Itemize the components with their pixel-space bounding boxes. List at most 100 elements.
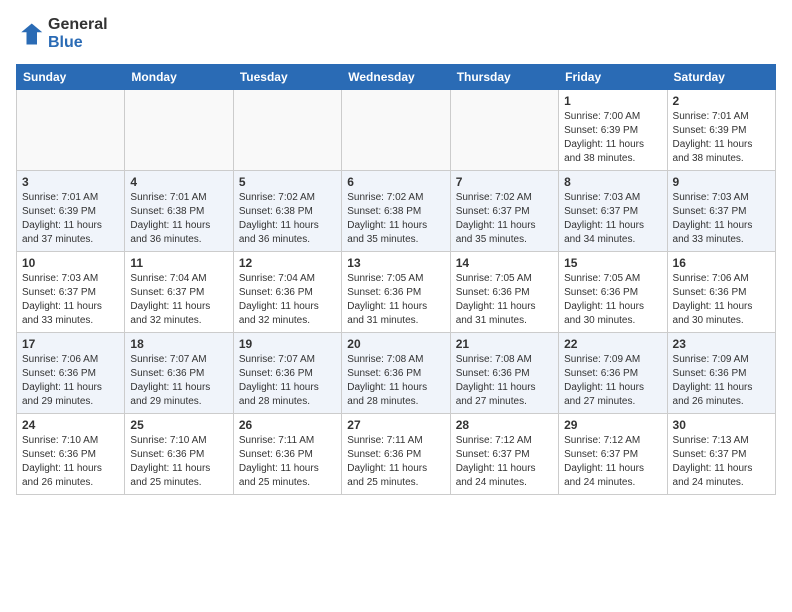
- calendar-cell: 14 Sunrise: 7:05 AM Sunset: 6:36 PM Dayli…: [450, 252, 558, 333]
- day-info: Sunrise: 7:02 AM Sunset: 6:37 PM Dayligh…: [456, 191, 553, 247]
- day-number: 1: [564, 94, 661, 108]
- calendar-cell: 2 Sunrise: 7:01 AM Sunset: 6:39 PM Daylig…: [667, 90, 775, 171]
- calendar-cell: 18Sunrise: 7:07 AM Sunset: 6:36 PM Dayli…: [125, 333, 233, 414]
- day-number: 10: [22, 256, 119, 270]
- weekday-header-row: SundayMondayTuesdayWednesdayThursdayFrid…: [17, 65, 776, 90]
- day-number: 17: [22, 337, 119, 351]
- day-info: Sunrise: 7:05 AM Sunset: 6:36 PM Dayligh…: [564, 272, 661, 328]
- day-number: 12: [239, 256, 336, 270]
- day-number: 7: [456, 175, 553, 189]
- day-number: 11: [130, 256, 227, 270]
- calendar-cell: 4Sunrise: 7:01 AM Sunset: 6:38 PM Daylig…: [125, 171, 233, 252]
- day-info: Sunrise: 7:03 AM Sunset: 6:37 PM Dayligh…: [22, 272, 119, 328]
- calendar-cell: 26 Sunrise: 7:11 AM Sunset: 6:36 PM Dayli…: [233, 414, 341, 495]
- calendar-cell: 11 Sunrise: 7:04 AM Sunset: 6:37 PM Dayli…: [125, 252, 233, 333]
- day-number: 23: [673, 337, 770, 351]
- calendar-week-1: 1 Sunrise: 7:00 AM Sunset: 6:39 PM Daylig…: [17, 90, 776, 171]
- page-header: General Blue: [16, 16, 776, 52]
- day-info: Sunrise: 7:04 AM Sunset: 6:37 PM Dayligh…: [130, 272, 227, 328]
- day-info: Sunrise: 7:13 AM Sunset: 6:37 PM Dayligh…: [673, 434, 770, 490]
- calendar-cell: 13Sunrise: 7:05 AM Sunset: 6:36 PM Dayli…: [342, 252, 450, 333]
- calendar-cell: 23 Sunrise: 7:09 AM Sunset: 6:36 PM Dayli…: [667, 333, 775, 414]
- day-number: 21: [456, 337, 553, 351]
- calendar-cell: 25 Sunrise: 7:10 AM Sunset: 6:36 PM Dayli…: [125, 414, 233, 495]
- calendar-cell: 22 Sunrise: 7:09 AM Sunset: 6:36 PM Dayli…: [559, 333, 667, 414]
- calendar-cell: 12 Sunrise: 7:04 AM Sunset: 6:36 PM Dayli…: [233, 252, 341, 333]
- calendar-cell: 7 Sunrise: 7:02 AM Sunset: 6:37 PM Daylig…: [450, 171, 558, 252]
- calendar-week-2: 3 Sunrise: 7:01 AM Sunset: 6:39 PM Daylig…: [17, 171, 776, 252]
- day-info: Sunrise: 7:03 AM Sunset: 6:37 PM Dayligh…: [673, 191, 770, 247]
- day-number: 2: [673, 94, 770, 108]
- calendar-cell: 19 Sunrise: 7:07 AM Sunset: 6:36 PM Dayli…: [233, 333, 341, 414]
- day-number: 28: [456, 418, 553, 432]
- day-info: Sunrise: 7:09 AM Sunset: 6:36 PM Dayligh…: [564, 353, 661, 409]
- day-number: 29: [564, 418, 661, 432]
- day-number: 9: [673, 175, 770, 189]
- day-info: Sunrise: 7:06 AM Sunset: 6:36 PM Dayligh…: [673, 272, 770, 328]
- calendar-week-5: 24 Sunrise: 7:10 AM Sunset: 6:36 PM Dayli…: [17, 414, 776, 495]
- day-info: Sunrise: 7:08 AM Sunset: 6:36 PM Dayligh…: [347, 353, 444, 409]
- weekday-header-sunday: Sunday: [17, 65, 125, 90]
- day-info: Sunrise: 7:02 AM Sunset: 6:38 PM Dayligh…: [239, 191, 336, 247]
- calendar-table: SundayMondayTuesdayWednesdayThursdayFrid…: [16, 64, 776, 495]
- day-number: 30: [673, 418, 770, 432]
- day-number: 25: [130, 418, 227, 432]
- day-number: 5: [239, 175, 336, 189]
- day-number: 14: [456, 256, 553, 270]
- day-info: Sunrise: 7:09 AM Sunset: 6:36 PM Dayligh…: [673, 353, 770, 409]
- day-info: Sunrise: 7:07 AM Sunset: 6:36 PM Dayligh…: [239, 353, 336, 409]
- calendar-cell: 3 Sunrise: 7:01 AM Sunset: 6:39 PM Daylig…: [17, 171, 125, 252]
- calendar-cell: 17 Sunrise: 7:06 AM Sunset: 6:36 PM Dayli…: [17, 333, 125, 414]
- day-info: Sunrise: 7:05 AM Sunset: 6:36 PM Dayligh…: [456, 272, 553, 328]
- calendar-cell: [342, 90, 450, 171]
- day-info: Sunrise: 7:04 AM Sunset: 6:36 PM Dayligh…: [239, 272, 336, 328]
- calendar-cell: 9 Sunrise: 7:03 AM Sunset: 6:37 PM Daylig…: [667, 171, 775, 252]
- day-number: 20: [347, 337, 444, 351]
- weekday-header-friday: Friday: [559, 65, 667, 90]
- calendar-cell: 24Sunrise: 7:10 AM Sunset: 6:36 PM Dayli…: [17, 414, 125, 495]
- weekday-header-thursday: Thursday: [450, 65, 558, 90]
- calendar-week-3: 10 Sunrise: 7:03 AM Sunset: 6:37 PM Dayli…: [17, 252, 776, 333]
- day-info: Sunrise: 7:12 AM Sunset: 6:37 PM Dayligh…: [456, 434, 553, 490]
- calendar-cell: 28 Sunrise: 7:12 AM Sunset: 6:37 PM Dayli…: [450, 414, 558, 495]
- logo: General Blue: [16, 16, 108, 52]
- day-info: Sunrise: 7:00 AM Sunset: 6:39 PM Dayligh…: [564, 110, 661, 166]
- day-number: 13: [347, 256, 444, 270]
- day-number: 18: [130, 337, 227, 351]
- day-number: 16: [673, 256, 770, 270]
- calendar-cell: [233, 90, 341, 171]
- day-number: 8: [564, 175, 661, 189]
- day-info: Sunrise: 7:06 AM Sunset: 6:36 PM Dayligh…: [22, 353, 119, 409]
- day-number: 26: [239, 418, 336, 432]
- calendar-cell: 27Sunrise: 7:11 AM Sunset: 6:36 PM Dayli…: [342, 414, 450, 495]
- day-info: Sunrise: 7:01 AM Sunset: 6:38 PM Dayligh…: [130, 191, 227, 247]
- calendar-cell: 16 Sunrise: 7:06 AM Sunset: 6:36 PM Dayli…: [667, 252, 775, 333]
- day-info: Sunrise: 7:08 AM Sunset: 6:36 PM Dayligh…: [456, 353, 553, 409]
- day-number: 22: [564, 337, 661, 351]
- calendar-cell: 21 Sunrise: 7:08 AM Sunset: 6:36 PM Dayli…: [450, 333, 558, 414]
- calendar-cell: 20 Sunrise: 7:08 AM Sunset: 6:36 PM Dayli…: [342, 333, 450, 414]
- day-info: Sunrise: 7:10 AM Sunset: 6:36 PM Dayligh…: [130, 434, 227, 490]
- weekday-header-saturday: Saturday: [667, 65, 775, 90]
- day-info: Sunrise: 7:12 AM Sunset: 6:37 PM Dayligh…: [564, 434, 661, 490]
- calendar-cell: 15Sunrise: 7:05 AM Sunset: 6:36 PM Dayli…: [559, 252, 667, 333]
- calendar-cell: 8Sunrise: 7:03 AM Sunset: 6:37 PM Daylig…: [559, 171, 667, 252]
- day-number: 3: [22, 175, 119, 189]
- weekday-header-monday: Monday: [125, 65, 233, 90]
- day-info: Sunrise: 7:11 AM Sunset: 6:36 PM Dayligh…: [239, 434, 336, 490]
- logo-icon: [16, 20, 44, 48]
- weekday-header-wednesday: Wednesday: [342, 65, 450, 90]
- calendar-cell: 10 Sunrise: 7:03 AM Sunset: 6:37 PM Dayli…: [17, 252, 125, 333]
- day-info: Sunrise: 7:11 AM Sunset: 6:36 PM Dayligh…: [347, 434, 444, 490]
- calendar-cell: 1 Sunrise: 7:00 AM Sunset: 6:39 PM Daylig…: [559, 90, 667, 171]
- calendar-cell: 29 Sunrise: 7:12 AM Sunset: 6:37 PM Dayli…: [559, 414, 667, 495]
- calendar-cell: 5 Sunrise: 7:02 AM Sunset: 6:38 PM Daylig…: [233, 171, 341, 252]
- day-number: 24: [22, 418, 119, 432]
- calendar-cell: 6Sunrise: 7:02 AM Sunset: 6:38 PM Daylig…: [342, 171, 450, 252]
- calendar-cell: [125, 90, 233, 171]
- day-info: Sunrise: 7:02 AM Sunset: 6:38 PM Dayligh…: [347, 191, 444, 247]
- day-number: 19: [239, 337, 336, 351]
- day-info: Sunrise: 7:01 AM Sunset: 6:39 PM Dayligh…: [22, 191, 119, 247]
- day-info: Sunrise: 7:01 AM Sunset: 6:39 PM Dayligh…: [673, 110, 770, 166]
- logo-text: General Blue: [48, 16, 108, 52]
